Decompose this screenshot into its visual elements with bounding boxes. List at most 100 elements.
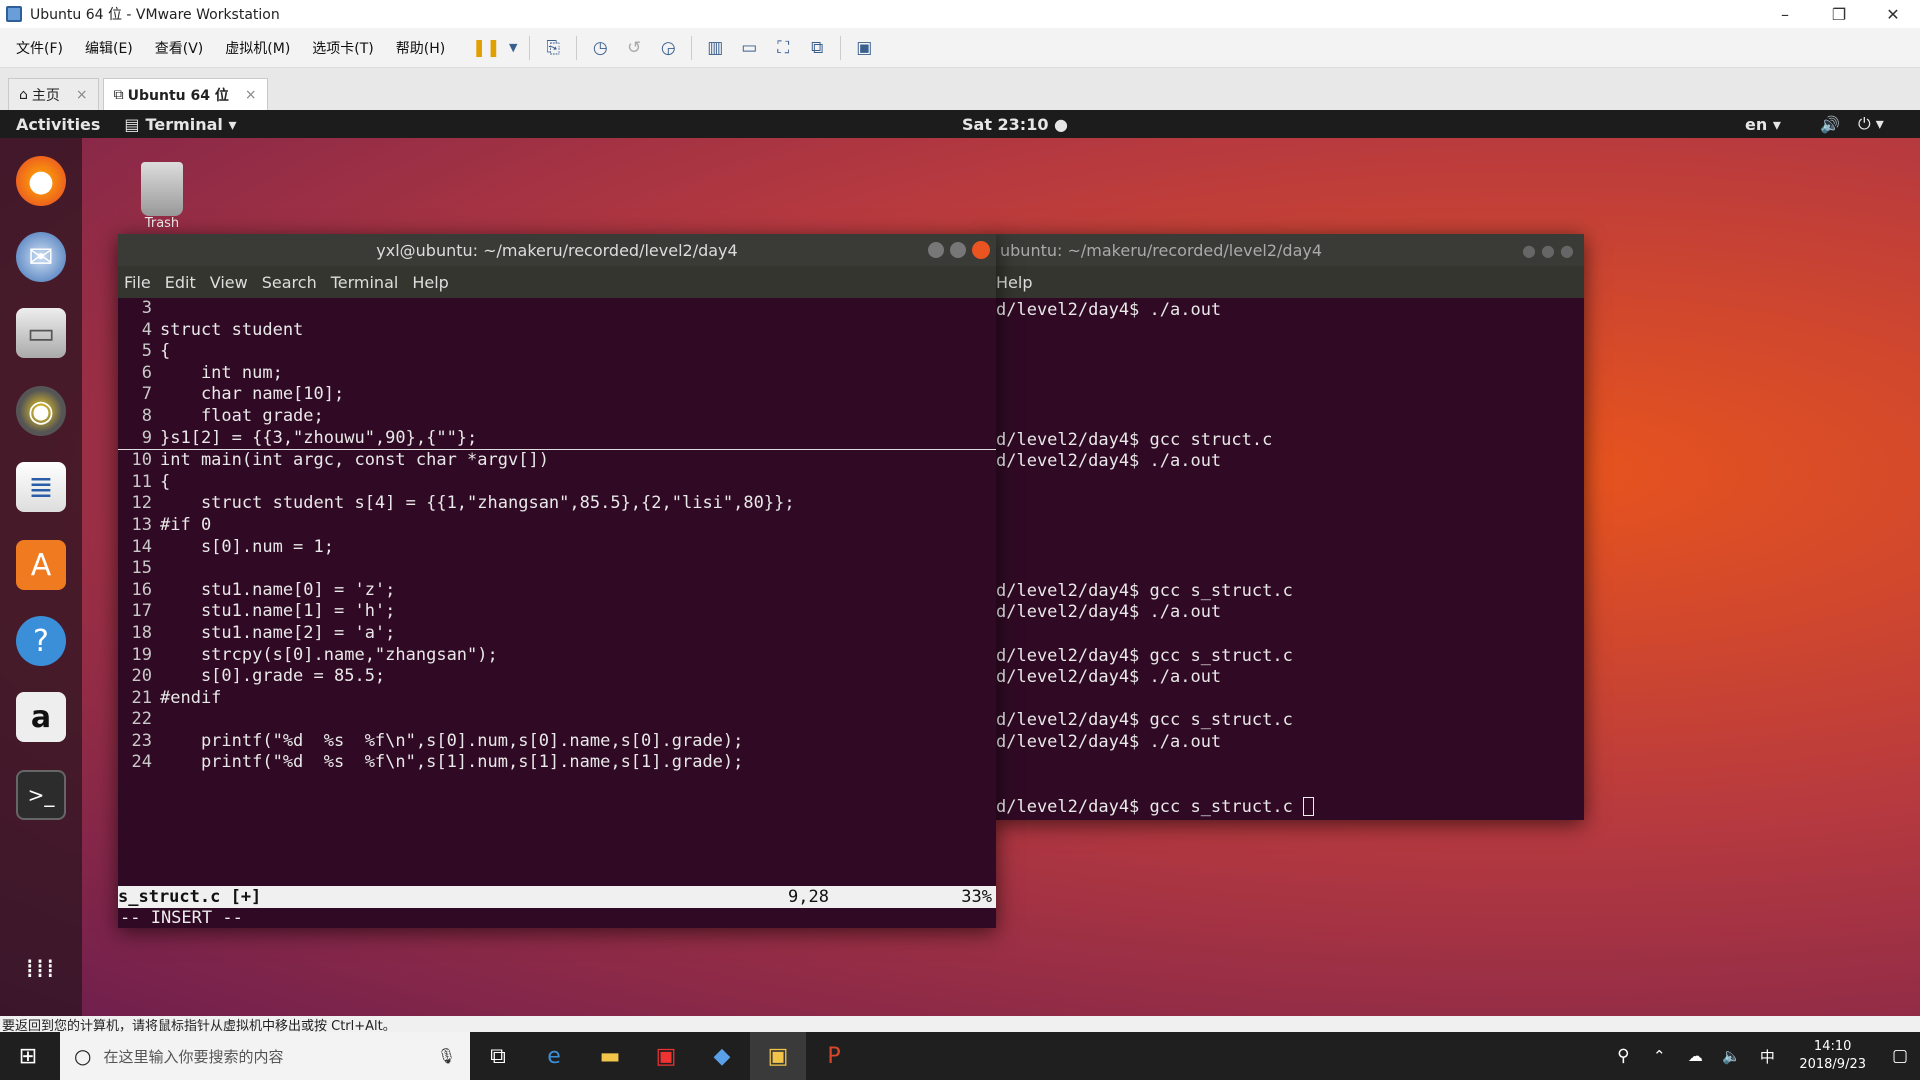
terminal-menu-file[interactable]: File	[124, 273, 151, 292]
window-title: Ubuntu 64 位 - VMware Workstation	[30, 7, 280, 23]
code-line: 17 stu1.name[1] = 'h';	[118, 601, 996, 623]
code-text: char name[10];	[160, 384, 345, 405]
minimize-icon[interactable]	[928, 242, 944, 258]
vscode-like-icon[interactable]: ◆	[694, 1032, 750, 1080]
microphone-icon[interactable]: 🎙	[437, 1047, 456, 1065]
console-view-icon[interactable]: ▣	[850, 35, 878, 61]
files-icon[interactable]: ▭	[16, 308, 66, 358]
menu-vm[interactable]: 虚拟机(M)	[215, 38, 300, 58]
people-icon[interactable]: ⚲	[1605, 1032, 1641, 1080]
terminal-window-1[interactable]: yxl@ubuntu: ~/makeru/recorded/level2/day…	[118, 234, 996, 928]
dropdown-icon[interactable]: ▼	[506, 35, 520, 61]
tab-home-close-icon[interactable]: ×	[76, 87, 88, 103]
toolbar-separator	[576, 35, 578, 60]
terminal-icon[interactable]: >_	[16, 770, 66, 820]
task-view-icon[interactable]: ⧉	[470, 1032, 526, 1080]
restore-button[interactable]: ❐	[1812, 0, 1866, 28]
send-keys-icon[interactable]: ⎘	[539, 35, 567, 61]
snapshot-manager-icon[interactable]: ◶	[654, 35, 682, 61]
tab-ubuntu[interactable]: ⧉ Ubuntu 64 位 ×	[102, 78, 268, 110]
firefox-icon[interactable]: ●	[16, 156, 66, 206]
language-indicator[interactable]: en ▾	[1745, 115, 1781, 134]
snapshot-icon[interactable]: ◷	[586, 35, 614, 61]
help-icon[interactable]: ?	[16, 616, 66, 666]
start-icon[interactable]: ⊞	[0, 1032, 56, 1080]
code-text: stu1.name[0] = 'z';	[160, 579, 396, 600]
close-icon[interactable]	[972, 241, 990, 259]
volume-tray-icon[interactable]: 🔈	[1713, 1032, 1749, 1080]
show-apps-icon[interactable]: ⁞⁞⁞	[16, 944, 66, 994]
tab-ubuntu-close-icon[interactable]: ×	[245, 87, 257, 103]
ime-indicator[interactable]: 中	[1749, 1032, 1785, 1080]
powerpoint-icon[interactable]: P	[806, 1032, 862, 1080]
menu-tabs[interactable]: 选项卡(T)	[302, 38, 383, 58]
terminal-1-menubar: File Edit View Search Terminal Help	[118, 266, 996, 298]
taskbar-clock[interactable]: 14:10 2018/9/23	[1799, 1038, 1866, 1074]
menu-view[interactable]: 查看(V)	[145, 38, 214, 58]
explorer-icon[interactable]: ▬	[582, 1032, 638, 1080]
terminal-menu-edit[interactable]: Edit	[165, 273, 196, 292]
maximize-icon[interactable]	[950, 242, 966, 258]
terminal-output-line: d/level2/day4$ ./a.out	[996, 451, 1222, 472]
code-text: s[0].num = 1;	[160, 536, 334, 557]
amazon-icon[interactable]: a	[16, 692, 66, 742]
menu-help[interactable]: 帮助(H)	[386, 38, 455, 58]
unity-icon[interactable]: ⧉	[803, 35, 831, 61]
line-number: 11	[131, 471, 152, 492]
gnome-top-bar: Activities ▤ Terminal ▾ Sat 23:10 ● en ▾…	[0, 110, 1920, 138]
vim-buffer[interactable]: 3 4 struct student 5{6 int num; 7 char name[…	[118, 298, 996, 774]
software-icon[interactable]: A	[16, 540, 66, 590]
vmware-taskbar-icon[interactable]: ▣	[750, 1032, 806, 1080]
code-line: 16 stu1.name[0] = 'z';	[118, 580, 996, 602]
terminal-menu-view[interactable]: View	[210, 273, 248, 292]
app-menu[interactable]: Terminal ▾	[146, 115, 237, 134]
tab-home[interactable]: ⌂ 主页 ×	[8, 78, 99, 110]
notification-icon[interactable]: ▢	[1880, 1032, 1920, 1080]
menu-edit[interactable]: 编辑(E)	[75, 38, 143, 58]
vm-display[interactable]: Activities ▤ Terminal ▾ Sat 23:10 ● en ▾…	[0, 110, 1920, 1016]
trash-icon	[141, 162, 183, 216]
tray-expand-icon[interactable]: ⌃	[1641, 1032, 1677, 1080]
youdao-icon[interactable]: ▣	[638, 1032, 694, 1080]
taskbar-search[interactable]: ○ 在这里输入你要搜索的内容 🎙	[60, 1032, 470, 1080]
volume-icon[interactable]: 🔊	[1820, 115, 1840, 134]
revert-snapshot-icon[interactable]: ↺	[620, 35, 648, 61]
terminal-menu-search[interactable]: Search	[262, 273, 317, 292]
terminal-cursor	[1303, 797, 1315, 817]
terminal-1-titlebar[interactable]: yxl@ubuntu: ~/makeru/recorded/level2/day…	[118, 234, 996, 266]
writer-icon[interactable]: ≣	[16, 462, 66, 512]
thumbnail-icon[interactable]: ▭	[735, 35, 763, 61]
close-button[interactable]: ✕	[1866, 0, 1920, 28]
clock[interactable]: Sat 23:10 ●	[962, 115, 1068, 134]
code-line: 14 s[0].num = 1;	[118, 537, 996, 559]
terminal-menu-terminal[interactable]: Terminal	[331, 273, 399, 292]
thunderbird-icon[interactable]: ✉	[16, 232, 66, 282]
menu-file[interactable]: 文件(F)	[6, 38, 73, 58]
desktop-trash[interactable]: Trash	[134, 162, 190, 231]
power-icon[interactable]: ⏻ ▾	[1858, 114, 1884, 134]
line-number: 12	[131, 493, 152, 514]
rhythmbox-icon[interactable]: ◉	[16, 386, 66, 436]
taskbar-time: 14:10	[1813, 1039, 1852, 1054]
activities-button[interactable]: Activities	[16, 115, 100, 134]
edge-icon[interactable]: e	[526, 1032, 582, 1080]
terminal-window-2[interactable]: ubuntu: ~/makeru/recorded/level2/day4 ● …	[990, 234, 1584, 820]
window-buttons-icon[interactable]: ● ● ●	[1522, 241, 1574, 260]
fullscreen-icon[interactable]: ⛶	[769, 35, 797, 61]
terminal-2-menu-help[interactable]: Help	[996, 273, 1032, 292]
minimize-button[interactable]: –	[1758, 0, 1812, 28]
network-icon[interactable]: ☁	[1677, 1032, 1713, 1080]
toolbar-separator	[840, 35, 842, 60]
terminal-output-line: d/level2/day4$ gcc struct.c	[996, 429, 1273, 450]
sidebar-icon[interactable]: ▥	[701, 35, 729, 61]
pause-icon[interactable]: ❚❚	[472, 35, 501, 61]
terminal-2-titlebar[interactable]: ubuntu: ~/makeru/recorded/level2/day4 ● …	[990, 234, 1584, 266]
terminal-menu-help[interactable]: Help	[412, 273, 448, 292]
